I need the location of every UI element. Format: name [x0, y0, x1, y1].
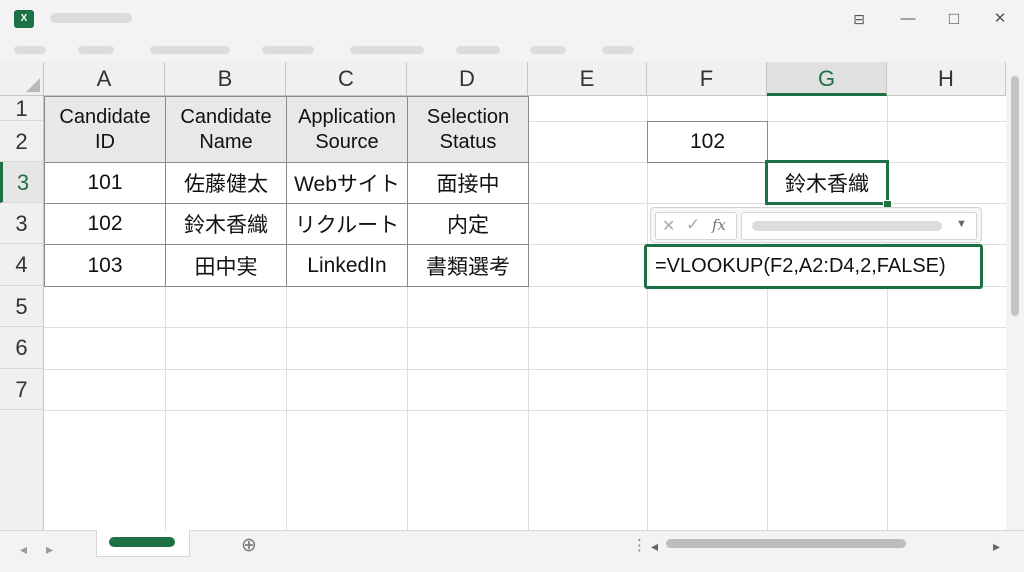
- column-header-h[interactable]: H: [887, 62, 1006, 96]
- formula-input-placeholder: [752, 221, 942, 231]
- select-all-corner[interactable]: [0, 62, 44, 96]
- header-line: ID: [95, 130, 115, 153]
- ribbon-tab[interactable]: [262, 46, 314, 54]
- ribbon-tab[interactable]: [150, 46, 230, 54]
- formula-bar: ✕ ✓ fx ▼: [650, 207, 982, 243]
- table-cell[interactable]: LinkedIn: [286, 244, 408, 287]
- row-header-1[interactable]: 1: [0, 96, 44, 121]
- header-candidate-id[interactable]: Candidate ID: [44, 96, 166, 163]
- excel-logo-icon: X: [14, 10, 34, 28]
- header-line: Application: [298, 105, 396, 128]
- table-cell[interactable]: 面接中: [407, 162, 529, 204]
- header-candidate-name[interactable]: Candidate Name: [165, 96, 287, 163]
- table-cell[interactable]: 102: [44, 203, 166, 245]
- row-header-4[interactable]: 4: [0, 244, 44, 286]
- column-header-a[interactable]: A: [44, 62, 165, 96]
- row-header-5[interactable]: 5: [0, 286, 44, 327]
- ribbon-tab[interactable]: [350, 46, 424, 54]
- header-application-source[interactable]: Application Source: [286, 96, 408, 163]
- chevron-down-icon[interactable]: ▼: [956, 218, 967, 230]
- table-cell[interactable]: 田中実: [165, 244, 287, 287]
- more-options-icon[interactable]: ⋮: [632, 536, 647, 554]
- header-line: Candidate: [180, 105, 272, 128]
- column-header-d[interactable]: D: [407, 62, 528, 96]
- table-cell[interactable]: 書類選考: [407, 244, 529, 287]
- sheet-tab-label: [109, 537, 175, 547]
- result-cell-selected[interactable]: 鈴木香織: [765, 160, 889, 205]
- horizontal-scroll-thumb[interactable]: [666, 539, 906, 548]
- document-title-placeholder: [50, 13, 132, 23]
- formula-input[interactable]: ▼: [741, 212, 977, 240]
- formula-buttons: ✕ ✓ fx: [655, 212, 737, 240]
- vertical-scrollbar[interactable]: [1006, 62, 1024, 530]
- spreadsheet-grid[interactable]: A B C D E F G H 1 2 3 3 4 5 6 7 Candidat…: [0, 62, 1006, 530]
- scroll-left-icon[interactable]: ◂: [20, 541, 27, 558]
- row-header-3-selected[interactable]: 3: [0, 162, 44, 203]
- row-header-7[interactable]: 7: [0, 369, 44, 410]
- header-line: Name: [199, 130, 253, 153]
- minimize-button[interactable]: —: [893, 4, 923, 34]
- ribbon-tabs: [0, 38, 1024, 62]
- ribbon-tab[interactable]: [530, 46, 566, 54]
- table-cell[interactable]: リクルート: [286, 203, 408, 245]
- header-line: Status: [439, 130, 497, 153]
- table-cell[interactable]: 103: [44, 244, 166, 287]
- table-cell[interactable]: Webサイト: [286, 162, 408, 204]
- header-line: Source: [315, 130, 379, 153]
- vertical-scroll-thumb[interactable]: [1011, 76, 1019, 316]
- table-cell[interactable]: 101: [44, 162, 166, 204]
- column-header-e[interactable]: E: [528, 62, 647, 96]
- ribbon-tab[interactable]: [456, 46, 500, 54]
- close-button[interactable]: ✕: [985, 4, 1015, 34]
- header-line: Candidate: [59, 105, 151, 128]
- ribbon-tab[interactable]: [602, 46, 634, 54]
- sheet-tab-active[interactable]: [96, 530, 190, 557]
- cancel-icon[interactable]: ✕: [662, 216, 675, 236]
- scroll-left-icon[interactable]: ◂: [651, 538, 658, 555]
- table-cell[interactable]: 内定: [407, 203, 529, 245]
- header-line: Selection: [426, 105, 510, 128]
- insert-function-icon[interactable]: fx: [712, 216, 726, 234]
- header-selection-status[interactable]: Selection Status: [407, 96, 529, 163]
- scroll-right-icon[interactable]: ▸: [46, 541, 53, 558]
- column-header-f[interactable]: F: [647, 62, 767, 96]
- formula-callout: =VLOOKUP(F2,A2:D4,2,FALSE): [644, 244, 983, 289]
- table-cell[interactable]: 佐藤健太: [165, 162, 287, 204]
- add-sheet-icon[interactable]: ⊕: [241, 534, 257, 557]
- title-bar: X ⊟ — □ ✕: [0, 0, 1024, 38]
- table-cell[interactable]: 鈴木香織: [165, 203, 287, 245]
- row-header-3[interactable]: 3: [0, 203, 44, 244]
- maximize-button[interactable]: □: [939, 4, 969, 34]
- column-header-c[interactable]: C: [286, 62, 407, 96]
- row-header-2[interactable]: 2: [0, 121, 44, 162]
- restore-ribbon-icon[interactable]: ⊟: [844, 4, 874, 34]
- row-header-empty: [0, 410, 44, 530]
- sheet-tab-bar: ◂ ▸ ⊕ ⋮ ◂ ▸: [0, 530, 1024, 572]
- column-header-g[interactable]: G: [767, 62, 887, 96]
- enter-icon[interactable]: ✓: [686, 215, 700, 235]
- column-header-b[interactable]: B: [165, 62, 286, 96]
- row-header-6[interactable]: 6: [0, 327, 44, 369]
- scroll-right-icon[interactable]: ▸: [993, 538, 1000, 555]
- lookup-value-cell[interactable]: 102: [647, 121, 768, 163]
- ribbon-tab[interactable]: [14, 46, 46, 54]
- ribbon-tab[interactable]: [78, 46, 114, 54]
